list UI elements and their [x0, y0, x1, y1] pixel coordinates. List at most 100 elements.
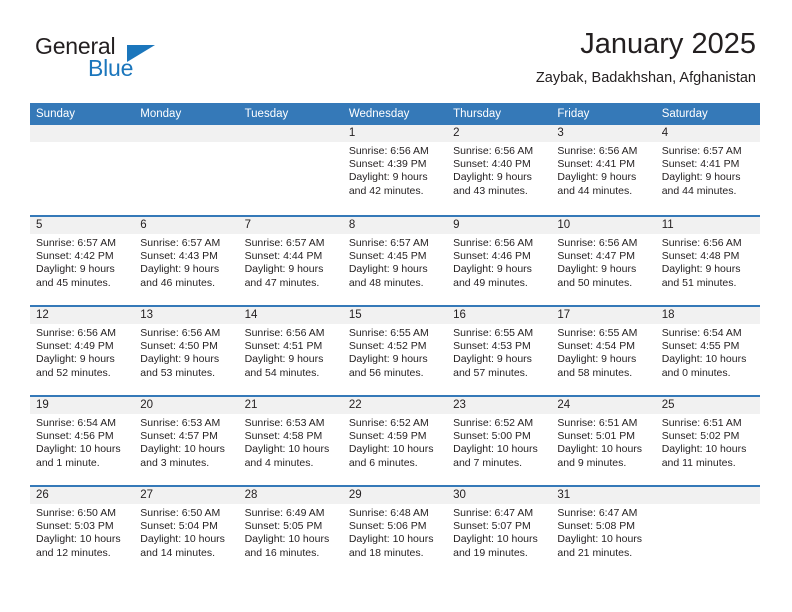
- day-number: 16: [447, 307, 552, 324]
- sunset-text: Sunset: 4:59 PM: [348, 430, 427, 443]
- calendar-day-cell[interactable]: 12 Sunrise: 6:56 AM Sunset: 4:49 PM Dayligh…: [30, 307, 135, 395]
- day-sun-info: Sunrise: 6:52 AM Sunset: 5:00 PM Daylight:…: [447, 414, 551, 470]
- sunset-text: Sunset: 4:40 PM: [453, 158, 531, 171]
- calendar-day-cell[interactable]: 13 Sunrise: 6:56 AM Sunset: 4:50 PM Dayligh…: [134, 307, 239, 395]
- calendar-day-cell[interactable]: 10 Sunrise: 6:56 AM Sunset: 4:47 PM Dayligh…: [551, 217, 656, 305]
- day-sun-info: Sunrise: 6:47 AM Sunset: 5:07 PM Daylight:…: [447, 504, 551, 560]
- sunset-text: Sunset: 4:48 PM: [661, 250, 740, 263]
- day-sun-info: Sunrise: 6:56 AM Sunset: 4:46 PM Daylight:…: [447, 234, 551, 290]
- day-number: 21: [238, 397, 343, 414]
- day-number: [238, 125, 343, 142]
- calendar-day-cell[interactable]: 29 Sunrise: 6:48 AM Sunset: 5:06 PM Dayligh…: [342, 487, 448, 575]
- daylight-text-line2: and 9 minutes.: [557, 456, 627, 469]
- day-number: [134, 125, 239, 142]
- day-number: 31: [551, 487, 656, 504]
- calendar-day-cell[interactable]: 14 Sunrise: 6:56 AM Sunset: 4:51 PM Dayligh…: [238, 307, 343, 395]
- daylight-text-line1: Daylight: 9 hours: [140, 353, 220, 366]
- calendar-day-cell[interactable]: 7 Sunrise: 6:57 AM Sunset: 4:44 PM Daylight…: [238, 217, 343, 305]
- calendar-day-cell[interactable]: 23 Sunrise: 6:52 AM Sunset: 5:00 PM Dayligh…: [447, 397, 552, 485]
- calendar-day-cell[interactable]: 6 Sunrise: 6:57 AM Sunset: 4:43 PM Daylight…: [134, 217, 239, 305]
- day-sun-info: Sunrise: 6:53 AM Sunset: 4:58 PM Daylight:…: [239, 414, 343, 470]
- day-number: 19: [30, 397, 135, 414]
- calendar-day-cell[interactable]: 25 Sunrise: 6:51 AM Sunset: 5:02 PM Dayligh…: [655, 397, 760, 485]
- sunrise-text: Sunrise: 6:53 AM: [244, 417, 325, 429]
- sunset-text: Sunset: 5:03 PM: [36, 520, 114, 533]
- daylight-text-line1: Daylight: 9 hours: [244, 263, 324, 276]
- calendar-day-cell[interactable]: 28 Sunrise: 6:49 AM Sunset: 5:05 PM Dayligh…: [238, 487, 343, 575]
- day-sun-info: Sunrise: 6:56 AM Sunset: 4:50 PM Daylight:…: [134, 324, 238, 380]
- calendar-day-cell[interactable]: 20 Sunrise: 6:53 AM Sunset: 4:57 PM Dayligh…: [134, 397, 239, 485]
- calendar-day-cell[interactable]: 21 Sunrise: 6:53 AM Sunset: 4:58 PM Dayligh…: [238, 397, 343, 485]
- day-number: 13: [134, 307, 239, 324]
- calendar-day-cell[interactable]: 11 Sunrise: 6:56 AM Sunset: 4:48 PM Dayligh…: [655, 217, 760, 305]
- daylight-text-line2: and 21 minutes.: [557, 546, 633, 559]
- daylight-text-line1: Daylight: 9 hours: [453, 171, 532, 184]
- sunset-text: Sunset: 5:08 PM: [557, 520, 636, 533]
- day-number: 1: [342, 125, 448, 142]
- daylight-text-line1: Daylight: 10 hours: [244, 443, 330, 456]
- calendar-day-cell[interactable]: 4 Sunrise: 6:57 AM Sunset: 4:41 PM Daylight…: [655, 125, 760, 215]
- daylight-text-line2: and 43 minutes.: [453, 184, 528, 197]
- sunset-text: Sunset: 4:41 PM: [661, 158, 740, 171]
- daylight-text-line1: Daylight: 10 hours: [140, 533, 225, 546]
- calendar-day-cell[interactable]: 8 Sunrise: 6:57 AM Sunset: 4:45 PM Daylight…: [342, 217, 448, 305]
- calendar-page: General Blue January 2025 Zaybak, Badakh…: [0, 0, 792, 612]
- sunset-text: Sunset: 5:01 PM: [557, 430, 636, 443]
- day-sun-info: Sunrise: 6:56 AM Sunset: 4:51 PM Daylight:…: [239, 324, 343, 380]
- sunset-text: Sunset: 4:56 PM: [36, 430, 114, 443]
- calendar-week-row: 12 Sunrise: 6:56 AM Sunset: 4:49 PM Dayligh…: [30, 305, 760, 395]
- calendar-day-cell-empty: [30, 125, 135, 215]
- weekday-header-tuesday: Tuesday: [244, 108, 289, 120]
- calendar-day-cell[interactable]: 15 Sunrise: 6:55 AM Sunset: 4:52 PM Dayligh…: [342, 307, 448, 395]
- calendar-week-row: 26 Sunrise: 6:50 AM Sunset: 5:03 PM Dayligh…: [30, 485, 760, 575]
- sunrise-text: Sunrise: 6:57 AM: [661, 145, 742, 157]
- day-number: 4: [655, 125, 760, 142]
- calendar-day-cell[interactable]: 19 Sunrise: 6:54 AM Sunset: 4:56 PM Dayligh…: [30, 397, 135, 485]
- sunset-text: Sunset: 4:52 PM: [348, 340, 427, 353]
- daylight-text-line1: Daylight: 9 hours: [140, 263, 220, 276]
- calendar-day-cell[interactable]: 24 Sunrise: 6:51 AM Sunset: 5:01 PM Dayligh…: [551, 397, 656, 485]
- calendar-day-cell[interactable]: 3 Sunrise: 6:56 AM Sunset: 4:41 PM Daylight…: [551, 125, 656, 215]
- calendar-day-cell[interactable]: 30 Sunrise: 6:47 AM Sunset: 5:07 PM Dayligh…: [447, 487, 552, 575]
- day-number: 24: [551, 397, 656, 414]
- weekday-header-sunday: Sunday: [36, 108, 76, 120]
- sunrise-text: Sunrise: 6:55 AM: [348, 327, 429, 339]
- daylight-text-line1: Daylight: 9 hours: [348, 353, 428, 366]
- daylight-text-line2: and 47 minutes.: [244, 276, 320, 289]
- calendar-day-cell[interactable]: 1 Sunrise: 6:56 AM Sunset: 4:39 PM Daylight…: [342, 125, 448, 215]
- calendar-day-cell[interactable]: 22 Sunrise: 6:52 AM Sunset: 4:59 PM Dayligh…: [342, 397, 448, 485]
- sunrise-text: Sunrise: 6:57 AM: [348, 237, 429, 249]
- calendar-day-cell[interactable]: 17 Sunrise: 6:55 AM Sunset: 4:54 PM Dayligh…: [551, 307, 656, 395]
- sunrise-text: Sunrise: 6:56 AM: [453, 237, 534, 249]
- calendar-day-cell[interactable]: 5 Sunrise: 6:57 AM Sunset: 4:42 PM Daylight…: [30, 217, 135, 305]
- daylight-text-line1: Daylight: 9 hours: [661, 263, 741, 276]
- daylight-text-line2: and 50 minutes.: [557, 276, 633, 289]
- day-number: 25: [655, 397, 760, 414]
- sunrise-text: Sunrise: 6:50 AM: [36, 507, 116, 519]
- calendar-day-cell[interactable]: 26 Sunrise: 6:50 AM Sunset: 5:03 PM Dayligh…: [30, 487, 135, 575]
- day-sun-info: Sunrise: 6:57 AM Sunset: 4:42 PM Daylight:…: [30, 234, 134, 290]
- day-sun-info: Sunrise: 6:48 AM Sunset: 5:06 PM Daylight:…: [343, 504, 447, 560]
- day-number: 5: [30, 217, 135, 234]
- page-header: General Blue January 2025 Zaybak, Badakh…: [0, 0, 792, 103]
- calendar-day-cell[interactable]: 18 Sunrise: 6:54 AM Sunset: 4:55 PM Dayligh…: [655, 307, 760, 395]
- day-sun-info: Sunrise: 6:54 AM Sunset: 4:55 PM Daylight:…: [656, 324, 760, 380]
- calendar-day-cell[interactable]: 31 Sunrise: 6:47 AM Sunset: 5:08 PM Dayligh…: [551, 487, 656, 575]
- day-number: 11: [655, 217, 760, 234]
- day-number: 30: [447, 487, 552, 504]
- calendar-day-cell[interactable]: 9 Sunrise: 6:56 AM Sunset: 4:46 PM Daylight…: [447, 217, 552, 305]
- calendar-day-cell[interactable]: 16 Sunrise: 6:55 AM Sunset: 4:53 PM Dayligh…: [447, 307, 552, 395]
- sunset-text: Sunset: 5:06 PM: [348, 520, 427, 533]
- daylight-text-line2: and 44 minutes.: [661, 184, 737, 197]
- day-number: 2: [447, 125, 552, 142]
- daylight-text-line2: and 49 minutes.: [453, 276, 528, 289]
- daylight-text-line2: and 53 minutes.: [140, 366, 215, 379]
- day-number: 7: [238, 217, 343, 234]
- day-sun-info: Sunrise: 6:49 AM Sunset: 5:05 PM Daylight:…: [239, 504, 343, 560]
- daylight-text-line2: and 51 minutes.: [661, 276, 737, 289]
- calendar-day-cell[interactable]: 2 Sunrise: 6:56 AM Sunset: 4:40 PM Daylight…: [447, 125, 552, 215]
- calendar-day-cell[interactable]: 27 Sunrise: 6:50 AM Sunset: 5:04 PM Dayligh…: [134, 487, 239, 575]
- calendar-week-row: 5 Sunrise: 6:57 AM Sunset: 4:42 PM Daylight…: [30, 215, 760, 305]
- daylight-text-line2: and 18 minutes.: [348, 546, 424, 559]
- sunrise-text: Sunrise: 6:51 AM: [661, 417, 742, 429]
